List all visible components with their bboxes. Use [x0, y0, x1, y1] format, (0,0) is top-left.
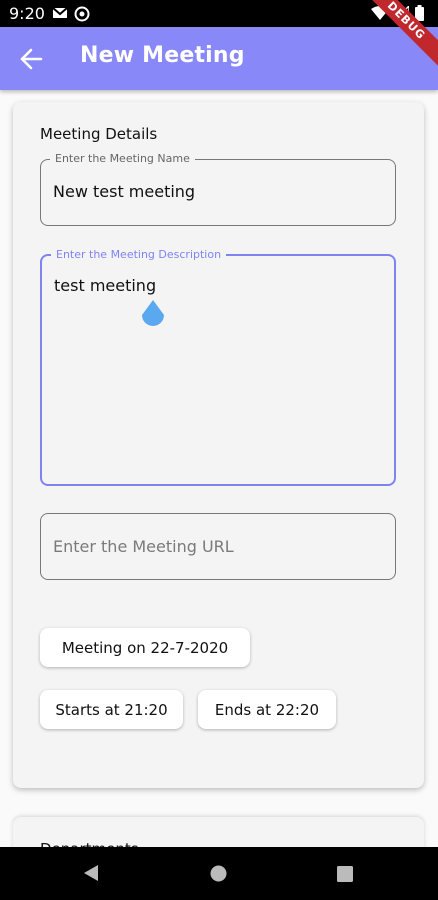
home-nav-icon[interactable] — [210, 865, 227, 882]
start-time-button[interactable]: Starts at 21:20 — [40, 690, 183, 729]
navigation-bar — [0, 847, 438, 900]
text-cursor-handle-icon[interactable] — [140, 299, 166, 329]
meeting-name-field[interactable]: Enter the Meeting Name New test meeting — [40, 152, 396, 226]
meeting-details-card: Meeting Details Enter the Meeting Name N… — [13, 102, 424, 788]
meeting-url-field[interactable]: Enter the Meeting URL — [40, 513, 396, 580]
back-nav-icon[interactable] — [83, 864, 99, 882]
page-title: New Meeting — [80, 43, 245, 68]
meeting-date-button[interactable]: Meeting on 22-7-2020 — [40, 628, 250, 667]
status-time: 9:20 — [9, 4, 45, 23]
back-arrow-icon[interactable] — [18, 45, 46, 73]
notification-icons — [52, 6, 90, 22]
section-title: Meeting Details — [40, 125, 158, 143]
status-bar: 9:20 — [0, 0, 438, 27]
recents-nav-icon[interactable] — [337, 866, 353, 882]
meeting-description-value: test meeting — [54, 276, 157, 295]
end-time-button[interactable]: Ends at 22:20 — [198, 690, 336, 729]
meeting-name-value: New test meeting — [53, 182, 196, 201]
meeting-description-field[interactable]: Enter the Meeting Description test meeti… — [40, 248, 396, 486]
sync-icon — [74, 6, 90, 22]
meeting-url-placeholder: Enter the Meeting URL — [53, 537, 234, 556]
meeting-name-label: Enter the Meeting Name — [50, 152, 195, 165]
meeting-description-label: Enter the Meeting Description — [51, 248, 227, 261]
gmail-icon — [52, 7, 68, 18]
app-bar: New Meeting — [0, 27, 438, 90]
